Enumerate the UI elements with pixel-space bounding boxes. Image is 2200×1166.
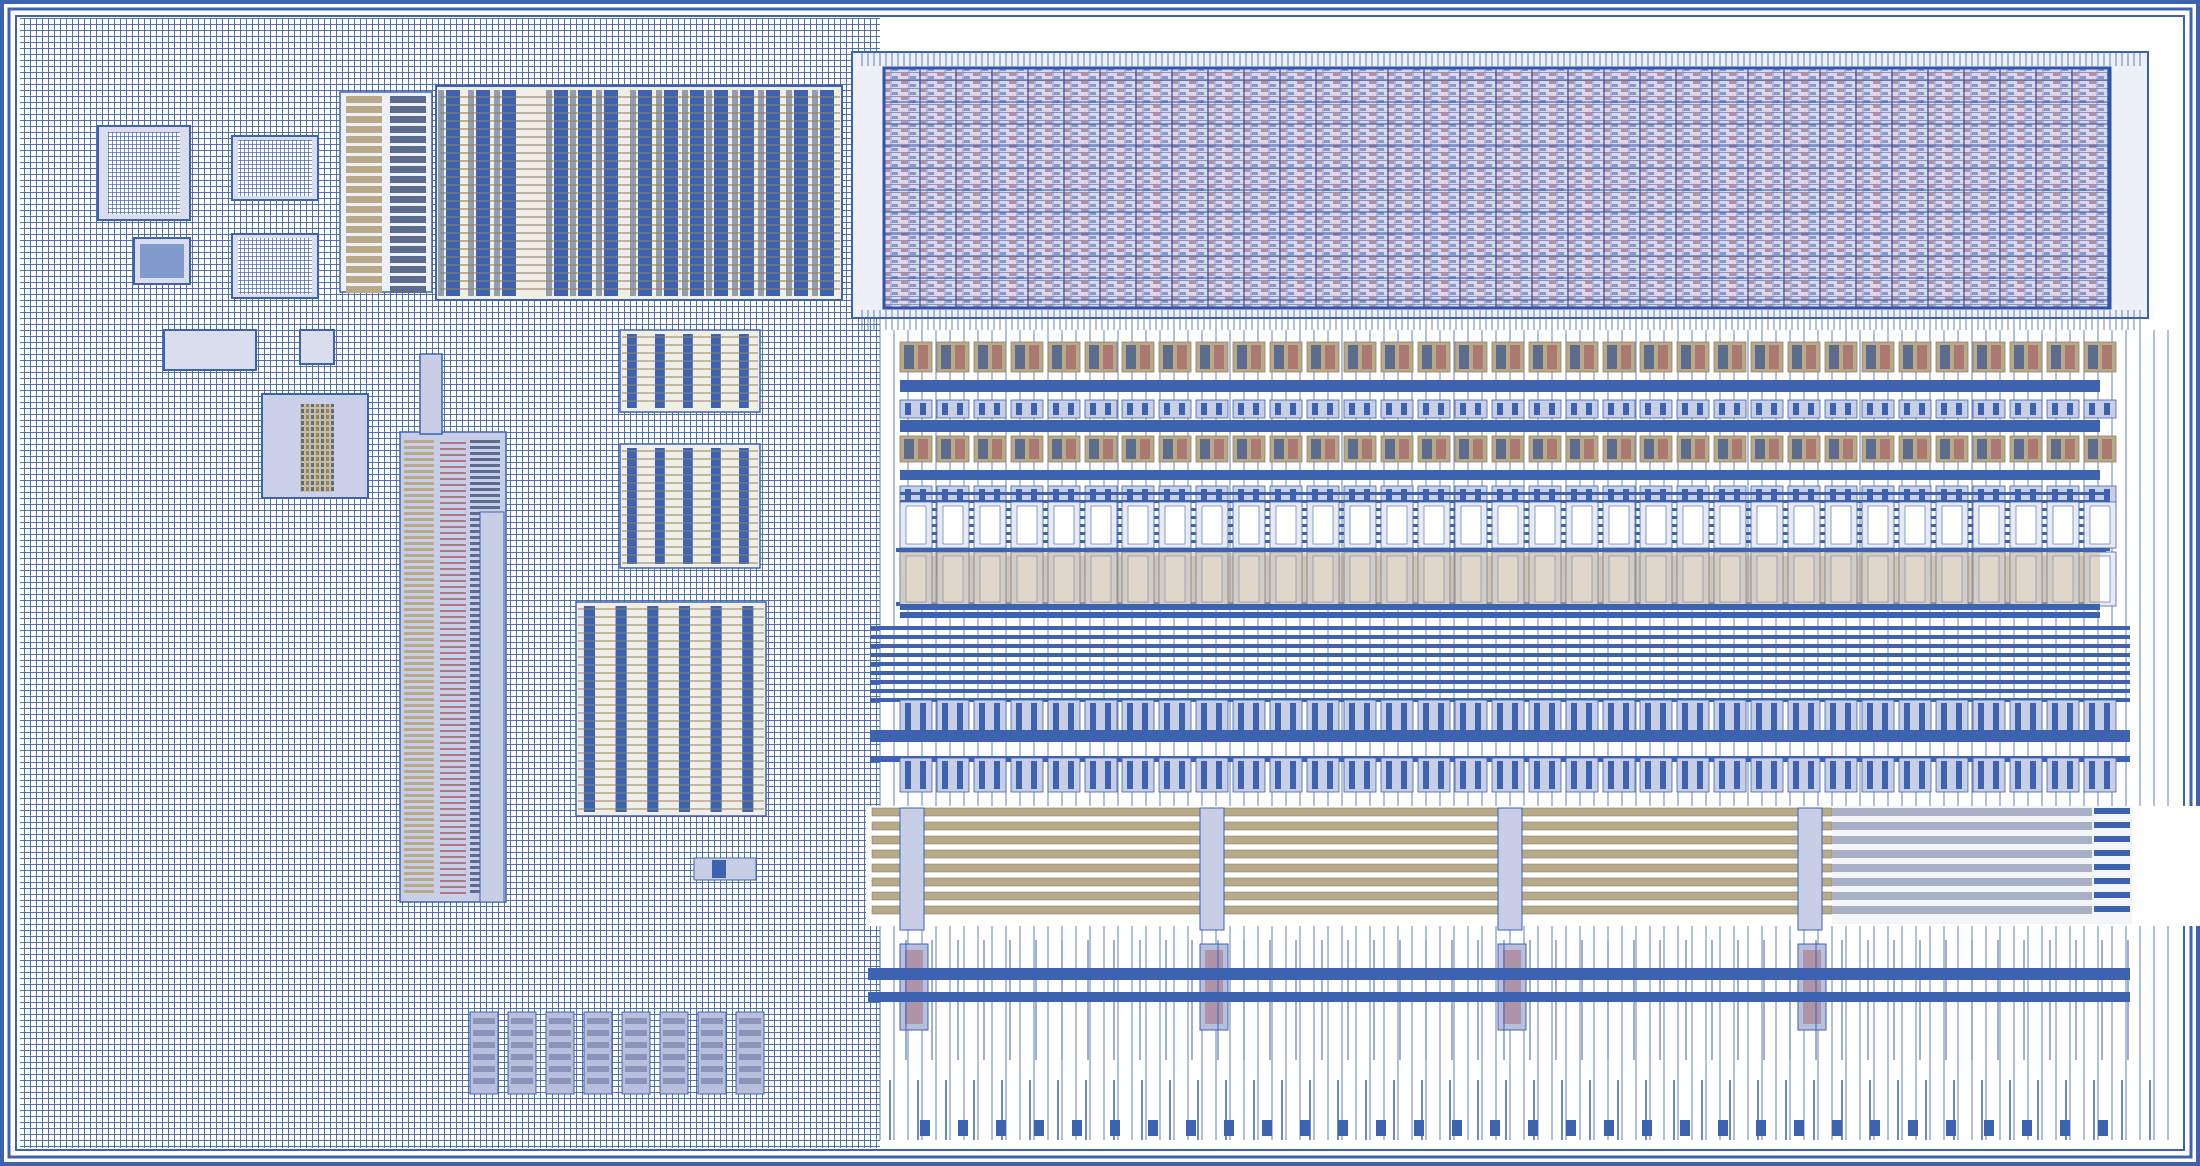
right-cell-rows xyxy=(870,341,2130,793)
tall-logic-strip xyxy=(399,353,507,903)
block-left-c-cells xyxy=(339,91,433,293)
memory-array xyxy=(882,66,2112,310)
chip-layout-canvas xyxy=(0,0,2200,1166)
column-block-bars xyxy=(438,90,840,296)
